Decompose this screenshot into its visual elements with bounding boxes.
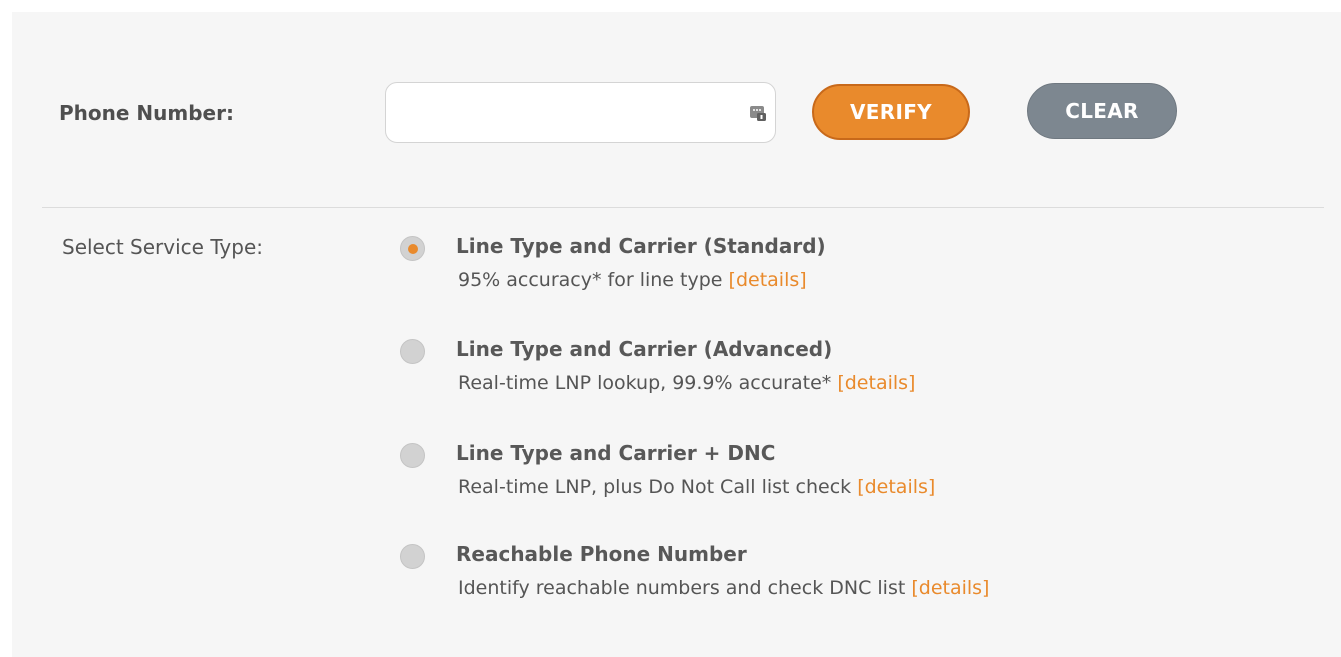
service-option-reachable[interactable]: Reachable Phone Number Identify reachabl… (400, 542, 1300, 622)
service-option-dnc[interactable]: Line Type and Carrier + DNC Real-time LN… (400, 441, 1300, 521)
details-link[interactable]: [details] (857, 476, 935, 498)
service-option-description: Real-time LNP lookup, 99.9% accurate* [d… (458, 372, 915, 394)
description-text: Identify reachable numbers and check DNC… (458, 577, 906, 599)
contact-card-icon[interactable] (749, 104, 767, 122)
service-option-title: Line Type and Carrier (Advanced) (456, 337, 833, 361)
service-option-standard[interactable]: Line Type and Carrier (Standard) 95% acc… (400, 234, 1300, 314)
service-option-title: Line Type and Carrier (Standard) (456, 234, 826, 258)
description-text: 95% accuracy* for line type (458, 269, 723, 291)
service-option-title: Line Type and Carrier + DNC (456, 441, 776, 465)
radio-advanced[interactable] (400, 339, 425, 364)
details-link[interactable]: [details] (911, 577, 989, 599)
section-divider (42, 207, 1324, 208)
details-link[interactable]: [details] (837, 372, 915, 394)
service-option-title: Reachable Phone Number (456, 542, 747, 566)
details-link[interactable]: [details] (729, 269, 807, 291)
phone-number-input[interactable] (396, 83, 726, 142)
radio-reachable[interactable] (400, 544, 425, 569)
service-option-advanced[interactable]: Line Type and Carrier (Advanced) Real-ti… (400, 337, 1300, 417)
description-text: Real-time LNP lookup, 99.9% accurate* (458, 372, 832, 394)
radio-dnc[interactable] (400, 443, 425, 468)
verification-panel: Phone Number: VERIFY CLEAR Select Servic… (12, 12, 1341, 657)
service-option-description: Identify reachable numbers and check DNC… (458, 577, 989, 599)
service-option-description: Real-time LNP, plus Do Not Call list che… (458, 476, 935, 498)
verify-button[interactable]: VERIFY (812, 84, 970, 140)
description-text: Real-time LNP, plus Do Not Call list che… (458, 476, 852, 498)
service-type-label: Select Service Type: (62, 235, 264, 259)
radio-standard[interactable] (400, 236, 425, 261)
phone-number-label: Phone Number: (59, 101, 234, 125)
clear-button[interactable]: CLEAR (1027, 83, 1177, 139)
service-option-description: 95% accuracy* for line type [details] (458, 269, 807, 291)
phone-number-field[interactable] (385, 82, 776, 143)
